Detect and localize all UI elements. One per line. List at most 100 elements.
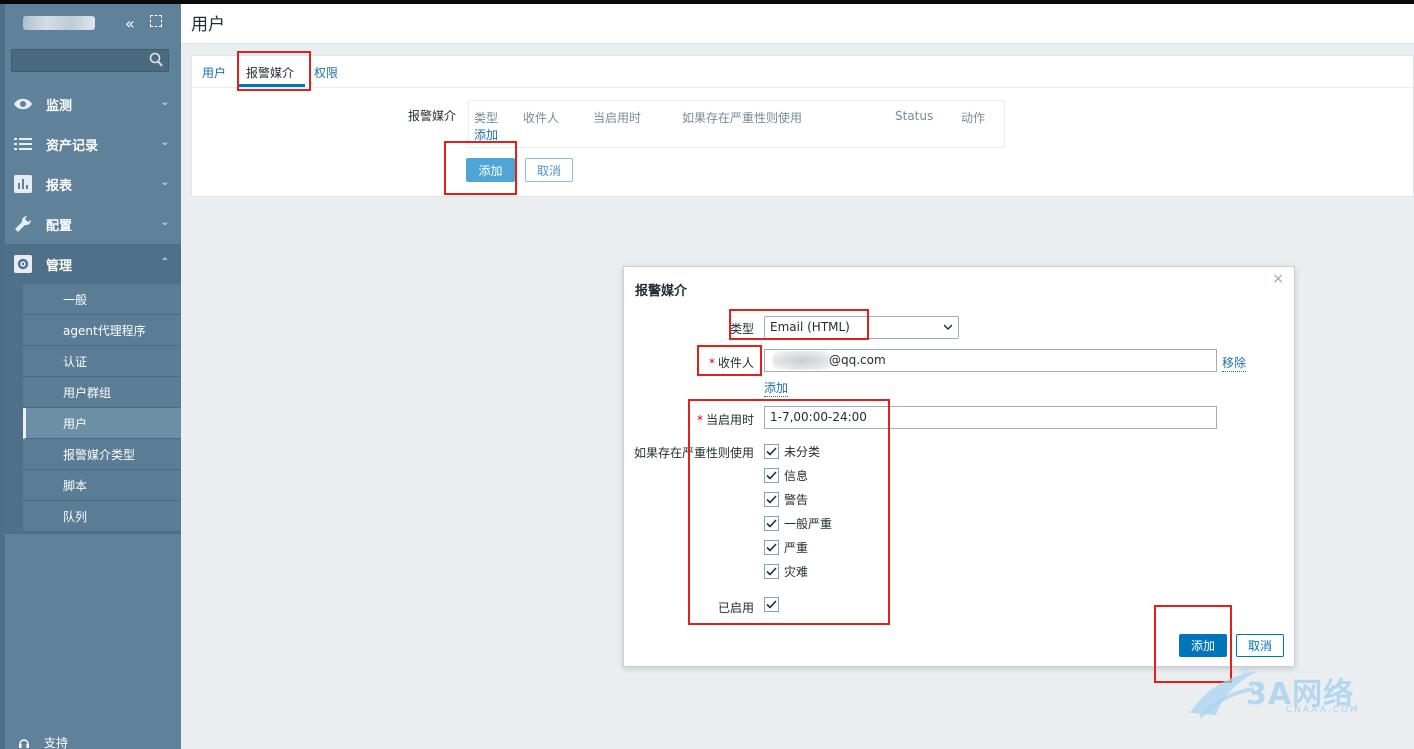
media-type-select[interactable]: Email (HTML) (764, 316, 959, 339)
checkbox-label: 灾难 (784, 565, 809, 579)
column-header-recipient: 收件人 (523, 111, 560, 125)
checkbox[interactable] (764, 468, 779, 483)
support-label: 支持 (44, 736, 69, 749)
severity-high[interactable]: 严重 (764, 539, 808, 556)
type-label: 类型 (729, 322, 754, 336)
chevron-down-icon: ⌄ (160, 177, 169, 188)
submenu-item-queue[interactable]: 队列 (23, 501, 181, 532)
severity-label: 如果存在严重性则使用 (633, 446, 754, 460)
check-icon (766, 495, 777, 504)
menu-item-label: 监测 (46, 98, 73, 114)
check-icon (766, 471, 777, 480)
submenu-item-media-types[interactable]: 报警媒介类型 (23, 439, 181, 470)
list-icon (13, 134, 33, 154)
logo-row: « (23, 14, 173, 34)
bar-chart-icon (13, 174, 33, 194)
column-header-when-active: 当启用时 (593, 111, 642, 125)
column-header-action: 动作 (961, 111, 986, 125)
add-user-button[interactable]: 添加 (466, 158, 515, 182)
submenu-item-general[interactable]: 一般 (23, 284, 181, 315)
checkbox-label: 信息 (784, 469, 809, 483)
watermark-mark: ® (1240, 665, 1250, 676)
submenu-item-authentication[interactable]: 认证 (23, 346, 181, 377)
checkbox[interactable] (764, 492, 779, 507)
close-icon[interactable]: × (1272, 271, 1284, 287)
headset-icon (19, 738, 29, 748)
support-link[interactable]: 支持 (18, 734, 68, 749)
active-tab-indicator (239, 84, 305, 87)
checkbox-label: 未分类 (784, 445, 821, 459)
chevron-down-icon: ⌄ (160, 97, 169, 108)
submenu-item-user-groups[interactable]: 用户群组 (23, 377, 181, 408)
checkbox[interactable] (764, 564, 779, 579)
submenu-item-users[interactable]: 用户 (23, 408, 181, 439)
check-icon (766, 567, 777, 576)
collapse-sidebar-icon[interactable]: « (125, 14, 135, 33)
checkbox-label: 严重 (784, 541, 809, 555)
tab-user[interactable]: 用户 (202, 64, 226, 81)
column-header-severity: 如果存在严重性则使用 (682, 111, 803, 125)
wrench-icon (13, 214, 33, 234)
tab-media[interactable]: 报警媒介 (246, 64, 294, 81)
chevron-down-icon: ⌄ (160, 137, 169, 148)
menu-item-administration[interactable]: 管理 ⌃ (5, 244, 181, 284)
redacted-email (772, 351, 832, 370)
severity-disaster[interactable]: 灾难 (764, 563, 808, 580)
menu-item-label: 报表 (46, 178, 73, 194)
check-icon (766, 543, 777, 552)
add-media-link[interactable]: 添加 (474, 126, 498, 143)
menu-item-label: 资产记录 (46, 138, 99, 154)
add-recipient-link[interactable]: 添加 (764, 379, 789, 397)
logo (23, 16, 95, 30)
tab-bar: 用户 报警媒介 权限 (192, 56, 1413, 88)
checkbox-label: 警告 (784, 493, 809, 507)
media-field-label: 报警媒介 (408, 109, 457, 123)
tab-permissions[interactable]: 权限 (314, 64, 338, 81)
required-mark: * (696, 413, 703, 427)
recipient-label-text: 收件人 (717, 356, 754, 370)
check-icon (766, 519, 777, 528)
enabled-label: 已启用 (717, 601, 754, 615)
media-dialog: 报警媒介 × 类型 Email (HTML) * 收件人 @qq.com 移除 添… (623, 266, 1295, 667)
required-mark: * (708, 356, 715, 370)
media-type-value: Email (HTML) (770, 320, 850, 334)
administration-submenu: 一般 agent代理程序 认证 用户群组 用户 报警媒介类型 脚本 队列 (5, 284, 181, 534)
sidebar-search-input[interactable] (11, 49, 169, 72)
dialog-add-button[interactable]: 添加 (1179, 634, 1227, 657)
recipient-label: * 收件人 (709, 354, 754, 371)
enabled-toggle[interactable] (764, 597, 784, 612)
watermark-logo: 3A网络 ® CNAAA.COM (1188, 665, 1388, 721)
severity-warning[interactable]: 警告 (764, 491, 808, 508)
eye-icon (13, 94, 33, 114)
remove-recipient-link[interactable]: 移除 (1222, 354, 1247, 372)
kiosk-mode-icon[interactable] (150, 15, 162, 27)
watermark-sub: CNAAA.COM (1286, 705, 1360, 715)
submenu-item-scripts[interactable]: 脚本 (23, 470, 181, 501)
checkbox[interactable] (764, 540, 779, 555)
checkbox[interactable] (764, 516, 779, 531)
menu-item-reports[interactable]: 报表 ⌄ (5, 164, 181, 204)
severity-information[interactable]: 信息 (764, 467, 808, 484)
menu-item-inventory[interactable]: 资产记录 ⌄ (5, 124, 181, 164)
top-edge (0, 0, 1414, 4)
submenu-item-proxies[interactable]: agent代理程序 (23, 315, 181, 346)
recipient-input[interactable]: @qq.com (764, 349, 1217, 372)
menu-item-configuration[interactable]: 配置 ⌄ (5, 204, 181, 244)
dialog-cancel-button[interactable]: 取消 (1236, 634, 1284, 657)
enabled-checkbox[interactable] (764, 597, 779, 612)
when-active-value: 1-7,00:00-24:00 (770, 410, 867, 424)
checkbox-label: 一般严重 (784, 517, 833, 531)
menu-item-monitoring[interactable]: 监测 ⌄ (5, 84, 181, 124)
severity-not-classified[interactable]: 未分类 (764, 443, 820, 460)
when-active-label-text: 当启用时 (705, 413, 754, 427)
menu-item-label: 配置 (46, 218, 73, 234)
main-menu: 监测 ⌄ 资产记录 ⌄ 报表 ⌄ 配置 ⌄ 管理 ⌃ 一般 agent代理程序 … (5, 84, 181, 534)
check-icon (766, 447, 777, 456)
search-icon[interactable] (149, 52, 163, 68)
severity-average[interactable]: 一般严重 (764, 515, 832, 532)
chevron-up-icon: ⌃ (160, 257, 169, 268)
when-active-input[interactable]: 1-7,00:00-24:00 (764, 406, 1217, 429)
checkbox[interactable] (764, 444, 779, 459)
cancel-button[interactable]: 取消 (525, 158, 573, 182)
user-form-panel: 用户 报警媒介 权限 报警媒介 类型 收件人 当启用时 如果存在严重性则使用 S… (191, 55, 1414, 197)
